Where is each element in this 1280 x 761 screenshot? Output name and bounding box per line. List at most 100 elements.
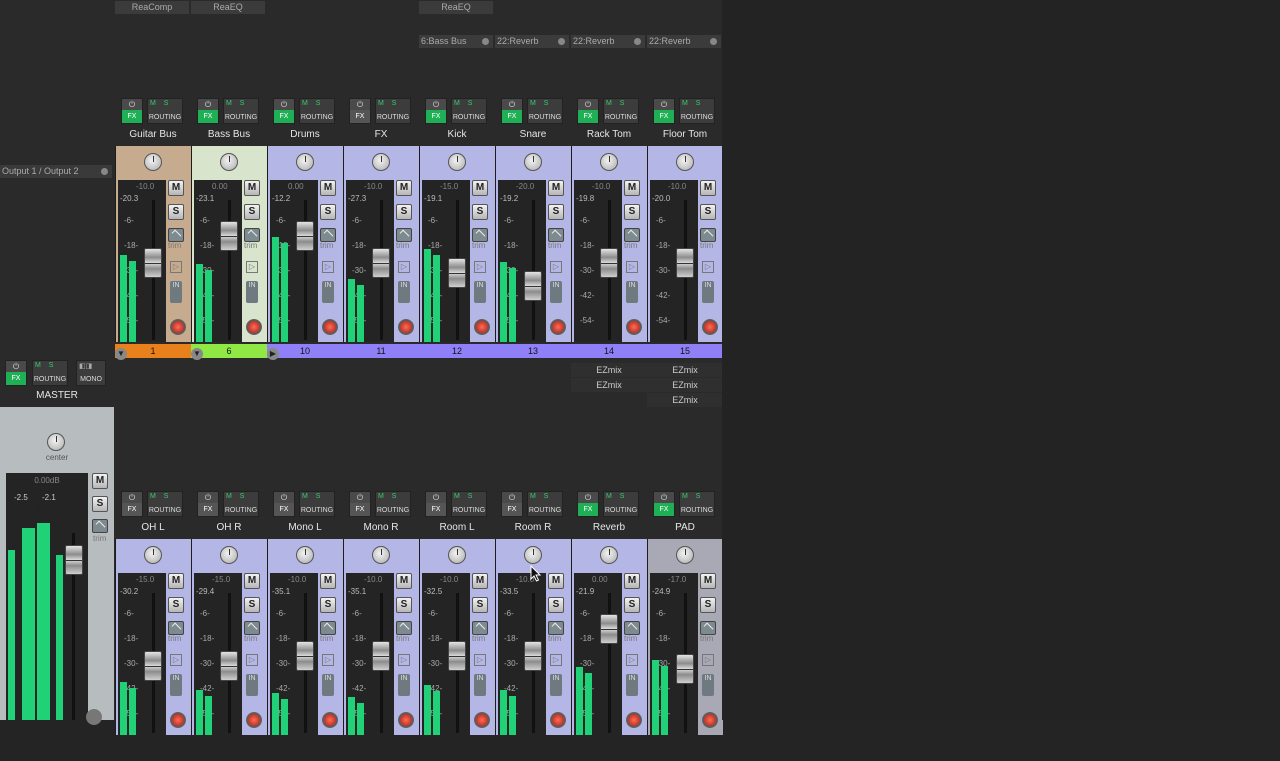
volume-fader[interactable] xyxy=(600,614,618,644)
volume-fader[interactable] xyxy=(524,641,542,671)
track-name[interactable]: Rack Tom xyxy=(571,129,647,140)
fx-button[interactable]: ⏻ FX xyxy=(349,491,371,517)
input-monitor-button[interactable]: IN xyxy=(626,281,638,303)
automation-button[interactable] xyxy=(396,228,412,242)
play-icon[interactable]: ▷ xyxy=(398,654,410,666)
volume-fader[interactable] xyxy=(296,221,314,251)
track-name[interactable]: PAD xyxy=(647,522,723,533)
track-number[interactable]: 13 xyxy=(495,344,571,358)
ezmix-slot[interactable]: EZmix xyxy=(571,363,647,377)
master-mono-button[interactable]: ◧◨ MONO xyxy=(76,360,106,386)
automation-button[interactable] xyxy=(320,228,336,242)
record-arm-button[interactable] xyxy=(550,712,566,728)
solo-button[interactable]: S xyxy=(700,204,716,220)
routing-button[interactable]: M S ROUTING xyxy=(527,98,563,124)
solo-button[interactable]: S xyxy=(168,204,184,220)
input-monitor-button[interactable]: IN xyxy=(626,674,638,696)
automation-button[interactable] xyxy=(320,621,336,635)
pan-knob[interactable] xyxy=(676,546,694,564)
volume-fader[interactable] xyxy=(144,651,162,681)
automation-button[interactable] xyxy=(168,621,184,635)
play-icon[interactable]: ▷ xyxy=(170,654,182,666)
solo-button[interactable]: S xyxy=(548,204,564,220)
track-name[interactable]: Kick xyxy=(419,129,495,140)
routing-button[interactable]: M S ROUTING xyxy=(375,98,411,124)
record-arm-button[interactable] xyxy=(170,319,186,335)
send-knob[interactable] xyxy=(482,38,489,45)
track-name[interactable]: Snare xyxy=(495,129,571,140)
record-arm-button[interactable] xyxy=(626,712,642,728)
mute-button[interactable]: M xyxy=(548,180,564,196)
fx-button[interactable]: ⏻ FX xyxy=(653,491,675,517)
solo-button[interactable]: S xyxy=(624,597,640,613)
send-slot[interactable]: 6:Bass Bus xyxy=(419,35,493,48)
mute-button[interactable]: M xyxy=(624,573,640,589)
record-arm-button[interactable] xyxy=(474,712,490,728)
volume-fader[interactable] xyxy=(448,641,466,671)
routing-button[interactable]: M S ROUTING xyxy=(679,491,715,517)
routing-button[interactable]: M S ROUTING xyxy=(299,98,335,124)
solo-button[interactable]: S xyxy=(624,204,640,220)
solo-button[interactable]: S xyxy=(244,204,260,220)
input-monitor-button[interactable]: IN xyxy=(398,281,410,303)
record-arm-button[interactable] xyxy=(550,319,566,335)
automation-button[interactable] xyxy=(624,228,640,242)
solo-button[interactable]: S xyxy=(396,597,412,613)
volume-fader[interactable] xyxy=(372,248,390,278)
input-monitor-button[interactable]: IN xyxy=(322,674,334,696)
solo-button[interactable]: S xyxy=(700,597,716,613)
track-number[interactable]: 15 xyxy=(647,344,723,358)
fx-button[interactable]: ⏻ FX xyxy=(577,491,599,517)
mute-button[interactable]: M xyxy=(320,573,336,589)
automation-button[interactable] xyxy=(472,621,488,635)
solo-button[interactable]: S xyxy=(244,597,260,613)
ezmix-slot[interactable]: EZmix xyxy=(647,378,723,392)
record-arm-button[interactable] xyxy=(398,319,414,335)
send-knob[interactable] xyxy=(710,38,717,45)
master-fx-button[interactable]: ⏻ FX xyxy=(5,360,27,386)
master-settings-icon[interactable] xyxy=(86,709,102,725)
pan-knob[interactable] xyxy=(220,546,238,564)
record-arm-button[interactable] xyxy=(322,712,338,728)
input-monitor-button[interactable]: IN xyxy=(474,281,486,303)
fx-button[interactable]: ⏻ FX xyxy=(273,98,295,124)
mute-button[interactable]: M xyxy=(244,573,260,589)
solo-button[interactable]: S xyxy=(548,597,564,613)
automation-button[interactable] xyxy=(548,228,564,242)
automation-button[interactable] xyxy=(244,621,260,635)
track-name[interactable]: Guitar Bus xyxy=(115,129,191,140)
record-arm-button[interactable] xyxy=(474,319,490,335)
master-automation-button[interactable] xyxy=(92,519,108,533)
track-name[interactable]: Mono L xyxy=(267,522,343,533)
input-monitor-button[interactable]: IN xyxy=(170,674,182,696)
track-name[interactable]: Mono R xyxy=(343,522,419,533)
master-output-knob[interactable] xyxy=(101,168,108,175)
send-slot[interactable]: 22:Reverb xyxy=(647,35,721,48)
input-monitor-button[interactable]: IN xyxy=(322,281,334,303)
volume-fader[interactable] xyxy=(524,271,542,301)
pan-knob[interactable] xyxy=(524,546,542,564)
track-name[interactable]: Room R xyxy=(495,522,571,533)
track-name[interactable]: Bass Bus xyxy=(191,129,267,140)
mute-button[interactable]: M xyxy=(548,573,564,589)
send-slot[interactable]: 22:Reverb xyxy=(571,35,645,48)
mute-button[interactable]: M xyxy=(320,180,336,196)
mute-button[interactable]: M xyxy=(700,180,716,196)
track-name[interactable]: FX xyxy=(343,129,419,140)
track-name[interactable]: Room L xyxy=(419,522,495,533)
record-arm-button[interactable] xyxy=(626,319,642,335)
folder-arrow-icon[interactable]: ▼ xyxy=(115,348,127,360)
play-icon[interactable]: ▷ xyxy=(702,261,714,273)
folder-arrow-icon[interactable]: ▼ xyxy=(191,348,203,360)
play-icon[interactable]: ▷ xyxy=(474,261,486,273)
input-monitor-button[interactable]: IN xyxy=(170,281,182,303)
fx-button[interactable]: ⏻ FX xyxy=(577,98,599,124)
fx-button[interactable]: ⏻ FX xyxy=(349,98,371,124)
automation-button[interactable] xyxy=(472,228,488,242)
pan-knob[interactable] xyxy=(676,153,694,171)
send-knob[interactable] xyxy=(634,38,641,45)
solo-button[interactable]: S xyxy=(472,204,488,220)
volume-fader[interactable] xyxy=(372,641,390,671)
pan-knob[interactable] xyxy=(524,153,542,171)
input-monitor-button[interactable]: IN xyxy=(550,281,562,303)
